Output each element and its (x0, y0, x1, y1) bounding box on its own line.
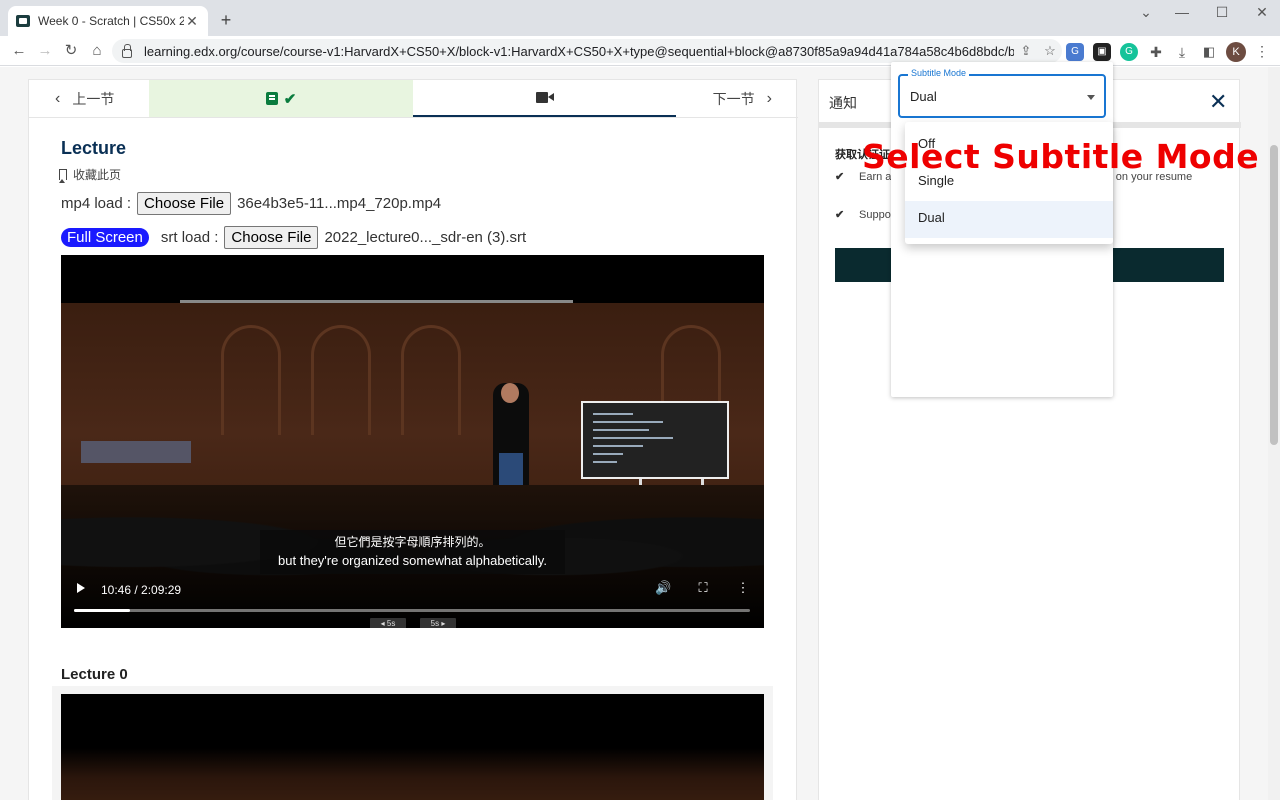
srt-filename: 2022_lecture0..._sdr-en (3).srt (324, 229, 527, 246)
share-icon[interactable]: ⇪ (1014, 43, 1038, 59)
skip-back-button[interactable]: ◂ 5s (370, 618, 406, 628)
dropdown-arrow-icon[interactable] (1087, 95, 1095, 100)
srt-choose-file-button[interactable]: Choose File (224, 226, 319, 249)
edx-favicon-icon (16, 15, 30, 27)
mp4-load-label: mp4 load : (61, 195, 132, 212)
close-icon[interactable]: ✕ (1209, 91, 1227, 113)
minimize-icon[interactable]: — (1170, 4, 1194, 24)
lock-icon[interactable] (122, 43, 132, 58)
video-progress-bar[interactable] (74, 609, 750, 612)
second-video-container (52, 686, 773, 800)
puzzle-icon[interactable]: ✚ (1147, 43, 1165, 61)
annotation-text: Select Subtitle Mode (862, 137, 1260, 176)
video-controls: 10:46 / 2:09:29 🔊 ⛶ ⋮ ◂ 5s 5s ▸ (61, 575, 764, 628)
subtitle-english: but they're organized somewhat alphabeti… (278, 553, 547, 568)
full-screen-button[interactable]: Full Screen (61, 228, 149, 247)
bookmark-label: 收藏此页 (73, 168, 122, 182)
maximize-icon[interactable]: ☐ (1210, 4, 1234, 24)
grammarly-icon[interactable]: G (1120, 43, 1138, 61)
sidepanel-icon[interactable]: ◧ (1200, 43, 1218, 61)
book-icon (265, 92, 278, 105)
star-icon[interactable]: ☆ (1038, 43, 1062, 59)
previous-unit-button[interactable]: ‹ 上一节 (29, 80, 149, 117)
chevron-right-icon: › (766, 89, 772, 107)
profile-avatar[interactable]: K (1226, 42, 1246, 62)
sequence-navigation: ‹ 上一节 ✔ 下一节 › (29, 80, 798, 118)
video-letterbox (61, 255, 764, 303)
tab-close-icon[interactable]: ✕ (184, 13, 200, 30)
mp4-load-row: mp4 load : Choose File 36e4b3e5-11...mp4… (61, 192, 441, 215)
subtitle-chinese: 但它們是按字母順序排列的。 (334, 535, 491, 549)
subtitle-mode-select[interactable]: Subtitle Mode Dual (898, 68, 1106, 118)
window-close-icon[interactable]: ✕ (1250, 4, 1274, 24)
fullscreen-icon[interactable]: ⛶ (695, 580, 711, 596)
video-arch (311, 325, 371, 435)
unit-tab-video[interactable] (413, 80, 676, 117)
home-icon[interactable]: ⌂ (86, 40, 108, 62)
tab-search-icon[interactable]: ⌄ (1134, 4, 1158, 24)
check-icon: ✔ (835, 171, 845, 183)
address-bar[interactable]: learning.edx.org/course/course-v1:Harvar… (112, 39, 1062, 63)
video-arch (401, 325, 461, 435)
subtitle-mode-legend: Subtitle Mode (908, 68, 970, 78)
menu-icon[interactable]: ⋮ (1254, 40, 1270, 62)
more-options-icon[interactable]: ⋮ (735, 580, 751, 596)
section-title: Lecture 0 (61, 666, 128, 683)
play-icon[interactable] (77, 583, 85, 593)
previous-label: 上一节 (72, 90, 115, 107)
tab-title: Week 0 - Scratch | CS50x 2023 (38, 14, 184, 28)
srt-load-label: srt load : (160, 229, 219, 246)
video-time: 10:46 / 2:09:29 (101, 583, 182, 597)
page-scrollbar[interactable] (1268, 67, 1280, 800)
volume-icon[interactable]: 🔊 (655, 580, 671, 596)
reload-icon[interactable]: ↻ (60, 40, 82, 62)
back-icon[interactable]: ← (8, 40, 30, 62)
check-icon: ✔ (283, 90, 297, 108)
menu-option-dual[interactable]: Dual (905, 201, 1113, 238)
video-progress-fill (74, 609, 130, 612)
new-tab-button[interactable]: + (216, 10, 236, 30)
forward-icon[interactable]: → (34, 40, 56, 62)
bookmark-icon (59, 169, 67, 183)
extension-icon[interactable]: ▣ (1093, 43, 1111, 61)
chevron-left-icon: ‹ (55, 89, 61, 107)
subtitle-mode-value: Dual (910, 89, 937, 104)
browser-tab[interactable]: Week 0 - Scratch | CS50x 2023 ✕ (8, 6, 208, 36)
bookmark-button[interactable]: 收藏此页 (59, 166, 121, 183)
course-unit-card: ‹ 上一节 ✔ 下一节 › Lecture 收藏此页 mp4 load : Ch… (28, 79, 798, 800)
srt-load-row: Full Screen srt load : Choose File 2022_… (61, 226, 526, 249)
translate-icon[interactable]: G (1066, 43, 1084, 61)
video-camera-icon (535, 92, 554, 103)
mp4-filename: 36e4b3e5-11...mp4_720p.mp4 (237, 195, 442, 212)
page-title: Lecture (61, 138, 127, 158)
scrollbar-thumb[interactable] (1270, 145, 1278, 445)
skip-forward-button[interactable]: 5s ▸ (420, 618, 456, 628)
next-unit-button[interactable]: 下一节 › (676, 80, 798, 117)
second-video-player[interactable] (61, 694, 764, 800)
sidebar-title: 通知 (829, 95, 857, 111)
browser-tab-strip: Week 0 - Scratch | CS50x 2023 ✕ + ⌄ — ☐ … (0, 0, 1280, 36)
video-arch (221, 325, 281, 435)
next-label: 下一节 (712, 90, 755, 107)
check-icon: ✔ (835, 209, 845, 221)
subtitle-overlay: 但它們是按字母順序排列的。 but they're organized some… (260, 530, 565, 574)
video-player[interactable]: 但它們是按字母順序排列的。 but they're organized some… (61, 255, 764, 628)
video-whiteboard (581, 401, 729, 479)
mp4-choose-file-button[interactable]: Choose File (137, 192, 232, 215)
video-speaker-head (501, 383, 519, 403)
download-icon[interactable]: ⤓ (1173, 43, 1191, 61)
unit-tab-reading[interactable]: ✔ (149, 80, 413, 117)
url-text: learning.edx.org/course/course-v1:Harvar… (144, 43, 1014, 59)
video-podium (81, 441, 191, 463)
